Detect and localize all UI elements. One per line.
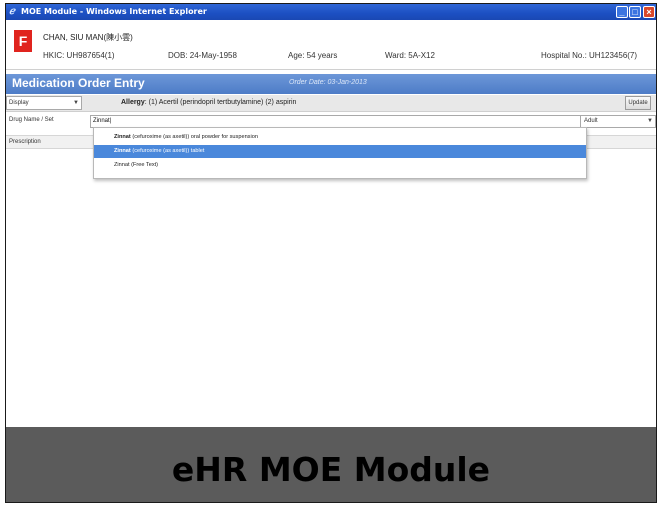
allergy-row: Display ▼ Allergy: (1) Acertil (perindop… <box>6 95 656 112</box>
suggestion-item[interactable]: Zinnat (cefuroxime (as axetil)) oral pow… <box>94 131 586 144</box>
patient-name: CHAN, SIU MAN(陳小雲) <box>43 33 133 42</box>
patient-hkic: HKIC: UH987654(1) <box>43 51 115 60</box>
close-button[interactable]: × <box>643 6 655 18</box>
suggestion-detail: Zinnat (Free Text) <box>114 162 159 168</box>
window-title: MOE Module - Windows Internet Explorer <box>21 7 207 16</box>
moe-header: Medication Order Entry Order Date: 03-Ja… <box>6 74 656 94</box>
suggestion-drug-name: Zinnat <box>114 134 131 140</box>
chevron-down-icon: ▼ <box>73 100 79 106</box>
drug-name-label: Drug Name / Set <box>9 117 54 123</box>
caption-text: eHR MOE Module <box>171 450 491 489</box>
allergy-text: : (1) Acertil (perindopril tertbutylamin… <box>144 99 297 106</box>
ie-logo-icon: ℯ <box>9 6 15 17</box>
allergy-info: Allergy: (1) Acertil (perindopril tertbu… <box>121 99 296 106</box>
update-button[interactable]: Update <box>625 96 651 110</box>
warning-flag-icon: F <box>14 30 32 52</box>
patient-hospital-no: Hospital No.: UH123456(7) <box>541 51 638 60</box>
suggestion-detail: (cefuroxime (as axetil)) tablet <box>130 148 205 154</box>
suggestion-detail: (cefuroxime (as axetil)) oral powder for… <box>130 134 258 140</box>
display-select-value: Display <box>9 100 29 106</box>
chevron-down-icon: ▼ <box>647 118 653 124</box>
patient-dob: DOB: 24-May-1958 <box>168 51 237 60</box>
prescription-label: Prescription <box>9 139 41 145</box>
suggestion-item-selected[interactable]: Zinnat (cefuroxime (as axetil)) tablet <box>94 145 586 158</box>
display-select[interactable]: Display ▼ <box>6 96 82 110</box>
maximize-button[interactable]: □ <box>629 6 641 18</box>
patient-ward: Ward: 5A-X12 <box>385 51 435 60</box>
suggestion-drug-name: Zinnat <box>114 148 131 154</box>
drug-suggestion-list: Zinnat (cefuroxime (as axetil)) oral pow… <box>93 127 587 179</box>
age-group-value: Adult <box>584 118 598 124</box>
order-date: Order Date: 03-Jan-2013 <box>289 79 367 86</box>
minimize-button[interactable]: _ <box>616 6 628 18</box>
patient-banner: F CHAN, SIU MAN(陳小雲) HKIC: UH987654(1) D… <box>6 20 656 70</box>
window-titlebar: ℯ MOE Module - Windows Internet Explorer… <box>6 4 656 20</box>
allergy-label: Allergy <box>121 99 145 106</box>
caption-banner: eHR MOE Module <box>6 427 656 502</box>
page-title: Medication Order Entry <box>12 76 145 90</box>
suggestion-item[interactable]: Zinnat (Free Text) <box>94 159 586 172</box>
patient-age: Age: 54 years <box>288 51 338 60</box>
browser-window: ℯ MOE Module - Windows Internet Explorer… <box>5 3 657 503</box>
age-group-select[interactable]: Adult ▼ <box>580 115 656 128</box>
